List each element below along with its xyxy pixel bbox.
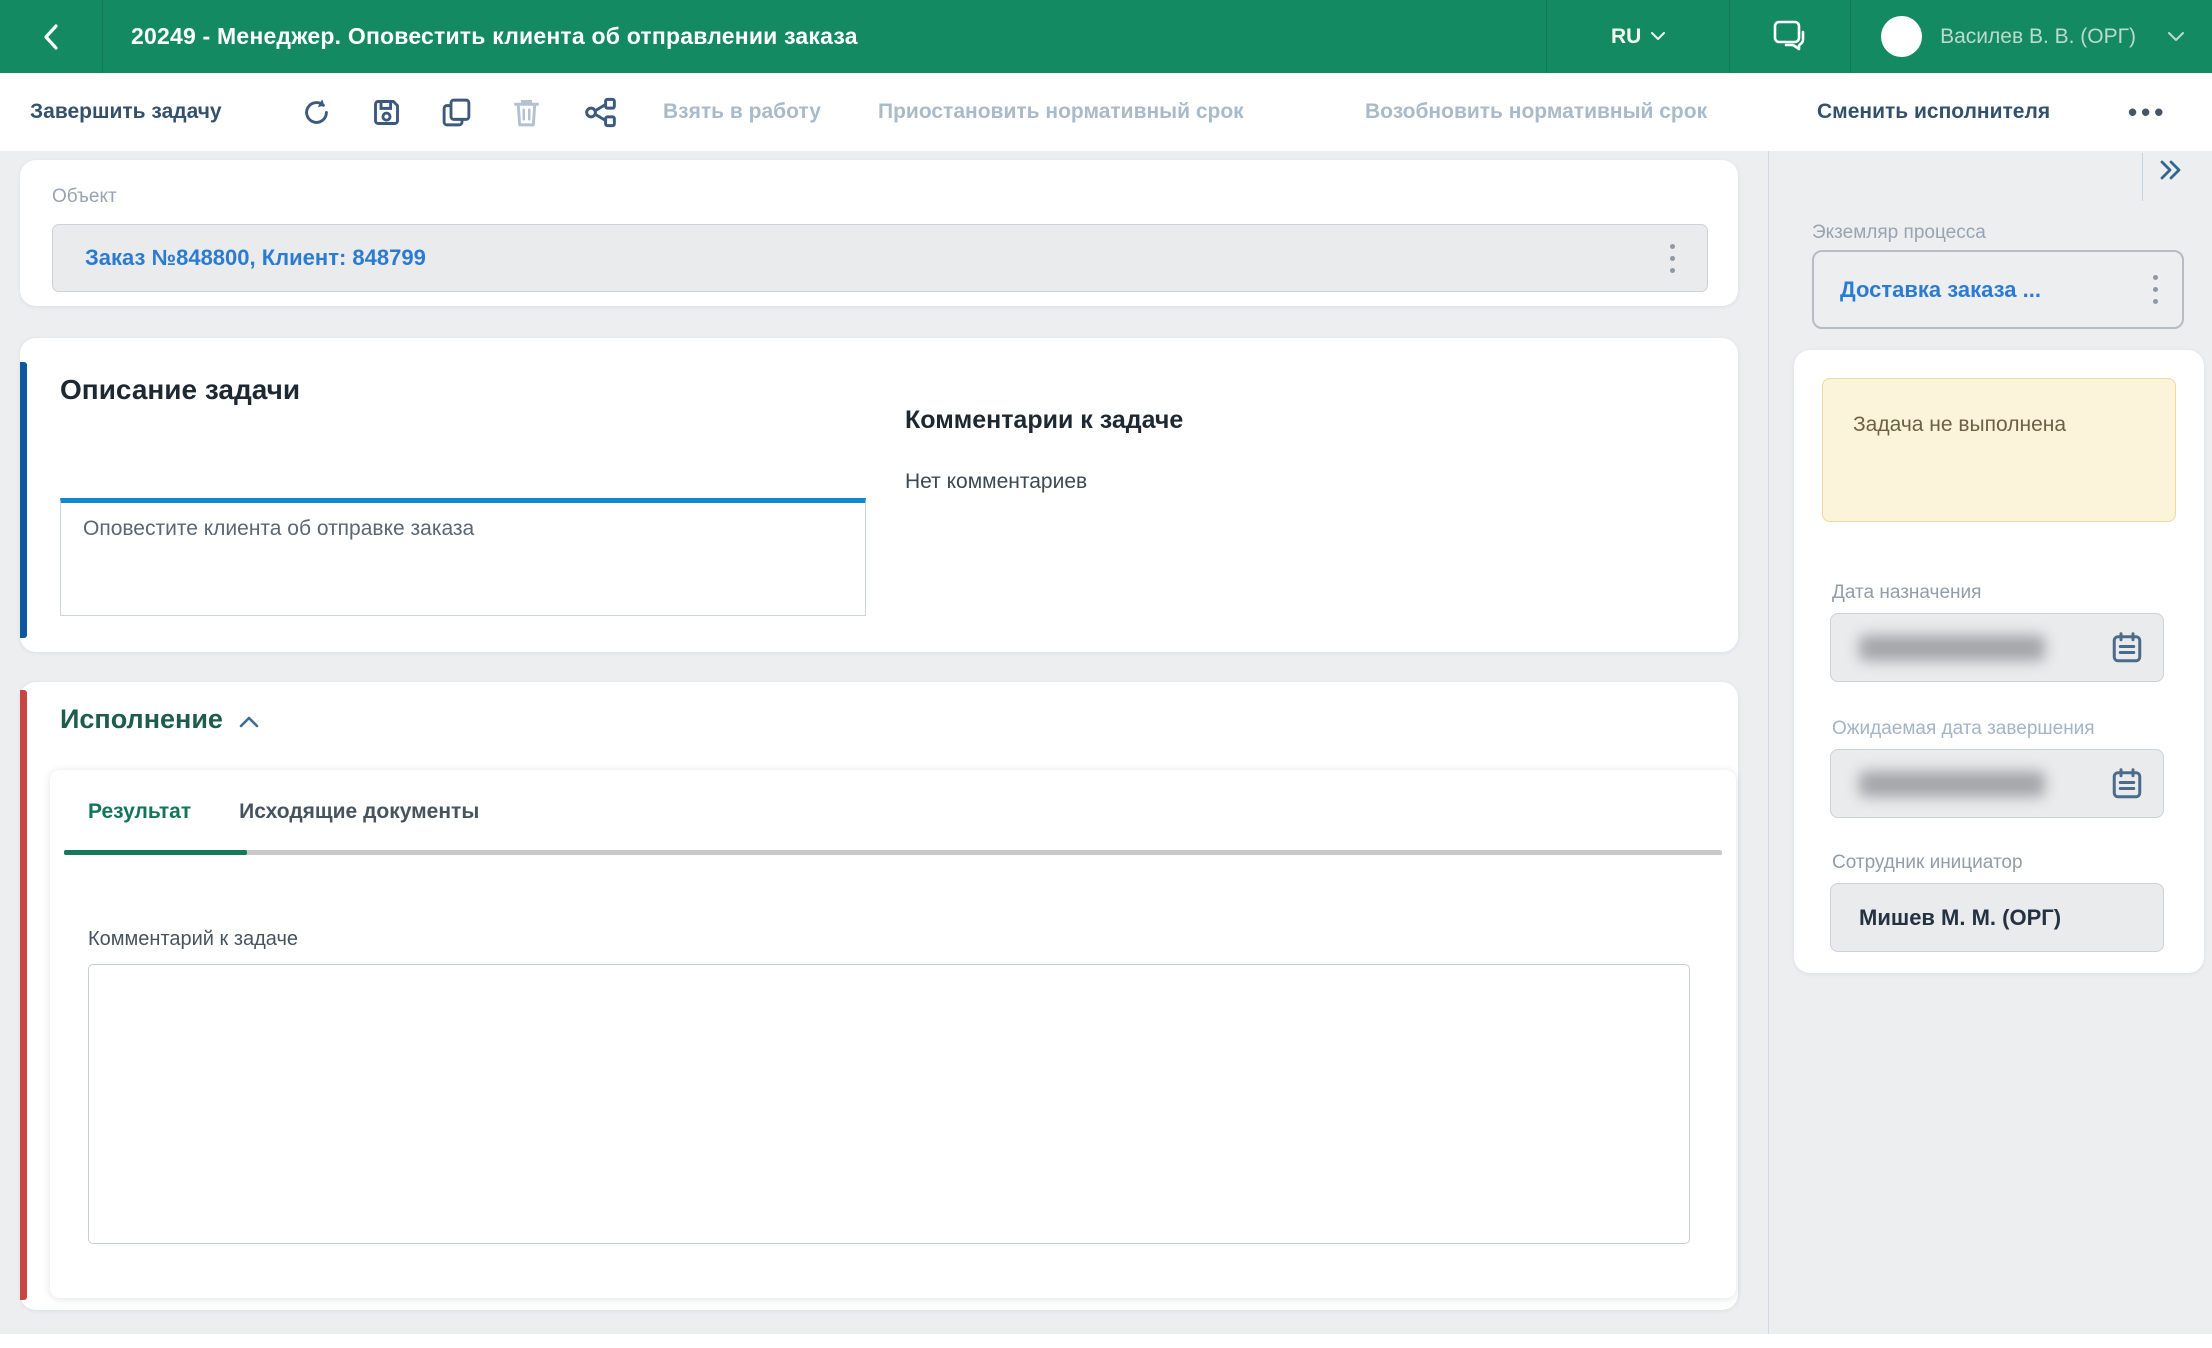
sidebar-divider xyxy=(1768,151,1769,1334)
tab-underline-track xyxy=(64,850,1722,855)
task-comment-input[interactable] xyxy=(88,964,1690,1244)
language-selector[interactable]: RU xyxy=(1547,0,1729,73)
process-instance-label: Экземляр процесса xyxy=(1812,222,1986,244)
kebab-menu-icon[interactable] xyxy=(2145,267,2166,312)
collapse-divider xyxy=(2142,153,2143,201)
calendar-icon[interactable] xyxy=(2109,630,2145,666)
execution-tabs: Результат Исходящие документы xyxy=(88,800,479,824)
description-title: Описание задачи xyxy=(60,374,300,406)
trash-icon[interactable] xyxy=(510,73,543,151)
task-page: 20249 - Менеджер. Оповестить клиента об … xyxy=(0,0,2212,1348)
task-description-text: Оповестите клиента об отправке заказа xyxy=(60,498,866,616)
chevron-down-icon xyxy=(2168,32,2184,42)
execution-section-toggle[interactable]: Исполнение xyxy=(60,704,259,735)
object-field: Заказ №848800, Клиент: 848799 xyxy=(52,224,1708,292)
complete-task-button[interactable]: Завершить задачу xyxy=(30,73,222,151)
messages-button[interactable] xyxy=(1730,0,1850,73)
tab-result[interactable]: Результат xyxy=(88,800,191,824)
pause-deadline-button[interactable]: Приостановить нормативный срок xyxy=(878,73,1244,151)
chevron-up-icon xyxy=(239,716,259,728)
task-info-card: Задача не выполнена Дата назначения Ожид… xyxy=(1794,350,2204,973)
chevron-left-icon xyxy=(40,22,62,52)
execution-card: Исполнение Результат Исходящие документы… xyxy=(20,682,1738,1310)
process-instance-link[interactable]: Доставка заказа ... xyxy=(1840,277,2041,303)
more-actions-button[interactable]: ••• xyxy=(2128,73,2167,151)
masked-date-value xyxy=(1859,771,2045,797)
language-value: RU xyxy=(1611,25,1641,49)
active-tab-underline xyxy=(64,850,247,855)
change-assignee-button[interactable]: Сменить исполнителя xyxy=(1817,73,2050,151)
blue-accent-bar xyxy=(20,362,27,638)
comments-empty-text: Нет комментариев xyxy=(905,470,1087,494)
task-toolbar: Завершить задачу xyxy=(0,73,2212,151)
comments-title: Комментарии к задаче xyxy=(905,406,1183,435)
kebab-menu-icon[interactable] xyxy=(1662,236,1683,281)
initiator-field: Мишев М. М. (ОРГ) xyxy=(1830,883,2164,952)
share-icon[interactable] xyxy=(583,73,618,151)
top-header-bar: 20249 - Менеджер. Оповестить клиента об … xyxy=(0,0,2212,73)
resume-deadline-button[interactable]: Возобновить нормативный срок xyxy=(1365,73,1707,151)
task-comment-label: Комментарий к задаче xyxy=(88,928,298,951)
initiator-label: Сотрудник инициатор xyxy=(1832,852,2023,874)
initiator-value: Мишев М. М. (ОРГ) xyxy=(1859,905,2061,931)
user-menu[interactable]: Василев В. В. (ОРГ) xyxy=(1851,0,2212,73)
execution-panel: Результат Исходящие документы Комментари… xyxy=(50,770,1736,1298)
expected-completion-label: Ожидаемая дата завершения xyxy=(1832,718,2095,740)
red-accent-bar xyxy=(20,690,27,1300)
object-label: Объект xyxy=(52,186,117,208)
expected-completion-field xyxy=(1830,749,2164,818)
chat-icon xyxy=(1770,18,1810,56)
collapse-sidebar-button[interactable] xyxy=(2156,158,2186,182)
calendar-icon[interactable] xyxy=(2109,766,2145,802)
process-instance-field: Доставка заказа ... xyxy=(1812,250,2184,329)
masked-date-value xyxy=(1859,635,2045,661)
tab-outgoing-documents[interactable]: Исходящие документы xyxy=(239,800,479,824)
object-link[interactable]: Заказ №848800, Клиент: 848799 xyxy=(85,245,426,271)
description-card: Описание задачи Оповестите клиента об от… xyxy=(20,338,1738,652)
save-icon[interactable] xyxy=(370,73,403,151)
refresh-icon[interactable] xyxy=(300,73,333,151)
copy-icon[interactable] xyxy=(440,73,473,151)
horizontal-scrollbar-track[interactable] xyxy=(0,1334,2212,1348)
assigned-date-label: Дата назначения xyxy=(1832,582,1981,604)
take-to-work-button[interactable]: Взять в работу xyxy=(663,73,821,151)
assigned-date-field xyxy=(1830,613,2164,682)
chevron-double-right-icon xyxy=(2156,158,2186,182)
status-badge: Задача не выполнена xyxy=(1822,378,2176,522)
object-card: Объект Заказ №848800, Клиент: 848799 xyxy=(20,160,1738,306)
chevron-down-icon xyxy=(1651,32,1665,41)
user-name: Василев В. В. (ОРГ) xyxy=(1940,25,2136,49)
back-button[interactable] xyxy=(0,0,103,73)
execution-title: Исполнение xyxy=(60,704,223,735)
avatar xyxy=(1881,16,1922,57)
ellipsis-icon: ••• xyxy=(2128,97,2167,128)
page-title: 20249 - Менеджер. Оповестить клиента об … xyxy=(131,23,858,50)
